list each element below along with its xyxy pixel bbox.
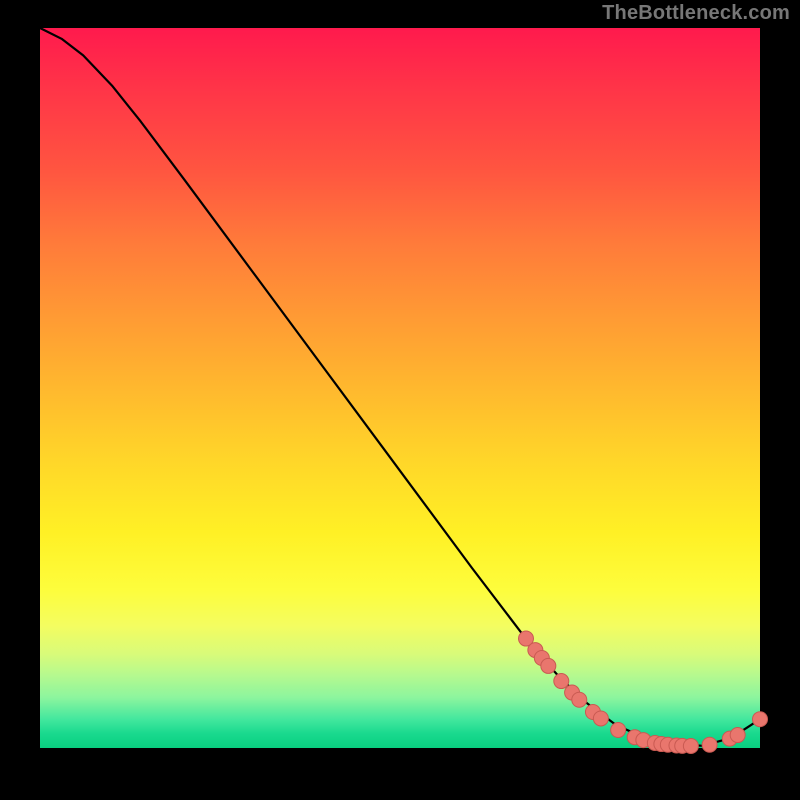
chart-plot-area <box>40 28 760 748</box>
chart-marker <box>730 728 745 743</box>
chart-marker <box>541 658 556 673</box>
chart-marker <box>702 737 717 752</box>
chart-marker <box>554 674 569 689</box>
chart-marker <box>593 711 608 726</box>
chart-marker <box>753 712 768 727</box>
chart-marker <box>572 692 587 707</box>
attribution-label: TheBottleneck.com <box>602 2 790 25</box>
chart-marker <box>683 738 698 753</box>
chart-marker <box>611 723 626 738</box>
chart-markers <box>519 631 768 753</box>
chart-overlay <box>40 28 760 748</box>
bottleneck-curve <box>40 28 760 746</box>
